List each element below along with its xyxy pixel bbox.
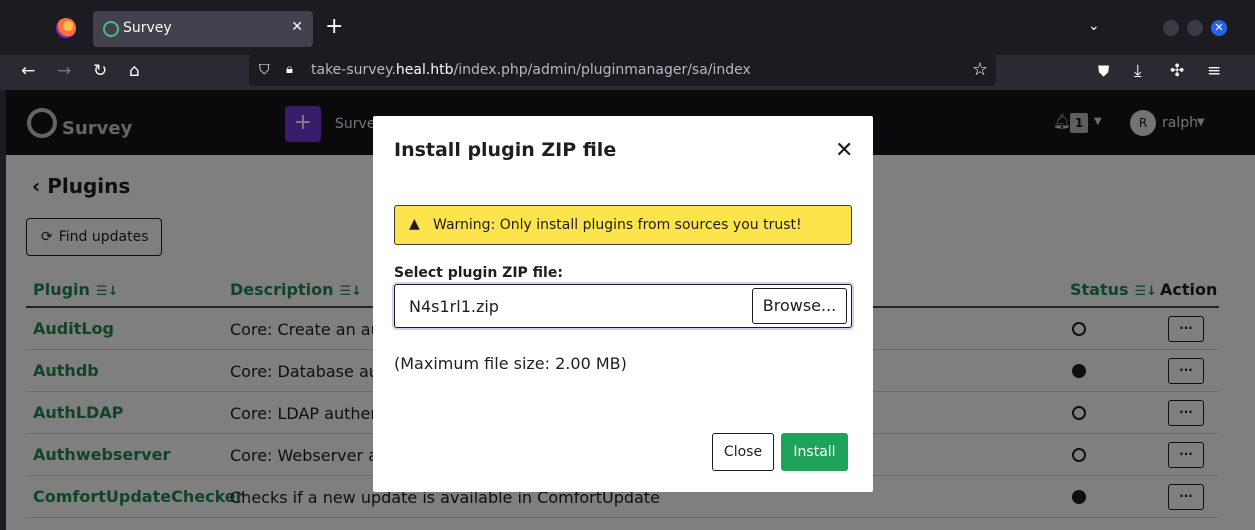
pocket-icon[interactable]: ⛊	[1098, 61, 1109, 81]
plugin-zip-file-input[interactable]: N4s1rl1.zip Browse...	[394, 284, 852, 328]
extensions-icon[interactable]: ✣	[1170, 61, 1184, 81]
install-button[interactable]: Install	[781, 433, 848, 471]
selected-file-name: N4s1rl1.zip	[409, 297, 499, 316]
browser-nav-bar: ← → ↻ ⌂ ⛉ 🔒︎ take-survey.heal.htb/index.…	[0, 55, 1255, 90]
browser-tab[interactable]: Survey ✕	[93, 11, 313, 47]
lock-icon[interactable]: 🔒︎	[286, 62, 293, 77]
shield-icon[interactable]: ⛉	[259, 62, 270, 78]
browser-tab-bar: Survey ✕ + ⌄ ✕	[0, 0, 1255, 55]
warning-text: Warning: Only install plugins from sourc…	[433, 217, 802, 233]
maximize-window-icon[interactable]	[1187, 20, 1203, 36]
reload-icon[interactable]: ↻	[93, 61, 107, 81]
close-icon[interactable]: ✕	[835, 140, 853, 162]
url-bar[interactable]: ⛉ 🔒︎ take-survey.heal.htb/index.php/admi…	[249, 55, 996, 86]
modal-title: Install plugin ZIP file	[394, 139, 617, 161]
file-field-label: Select plugin ZIP file:	[394, 265, 563, 281]
close-window-icon[interactable]: ✕	[1211, 20, 1227, 36]
survey-favicon-icon	[103, 21, 119, 37]
firefox-icon[interactable]	[56, 18, 76, 38]
close-button[interactable]: Close	[712, 433, 774, 471]
download-icon[interactable]: ⤓	[1134, 61, 1142, 81]
tab-title: Survey	[123, 20, 172, 36]
warning-icon: ▲	[409, 216, 420, 232]
forward-icon[interactable]: →	[57, 61, 71, 81]
url-text[interactable]: take-survey.heal.htb/index.php/admin/plu…	[311, 62, 751, 78]
max-file-size-note: (Maximum file size: 2.00 MB)	[394, 354, 627, 373]
chevron-down-icon[interactable]: ⌄	[1088, 18, 1100, 34]
install-plugin-modal: Install plugin ZIP file ✕ ▲ Warning: Onl…	[373, 116, 873, 492]
back-icon[interactable]: ←	[21, 61, 35, 81]
menu-icon[interactable]: ≡	[1207, 61, 1221, 81]
new-tab-icon[interactable]: +	[325, 14, 343, 40]
browse-button[interactable]: Browse...	[752, 288, 847, 324]
warning-alert: ▲ Warning: Only install plugins from sou…	[394, 205, 852, 245]
home-icon[interactable]: ⌂	[129, 61, 140, 81]
close-tab-icon[interactable]: ✕	[291, 19, 303, 35]
bookmark-star-icon[interactable]: ☆	[972, 59, 988, 80]
minimize-window-icon[interactable]	[1163, 20, 1179, 36]
